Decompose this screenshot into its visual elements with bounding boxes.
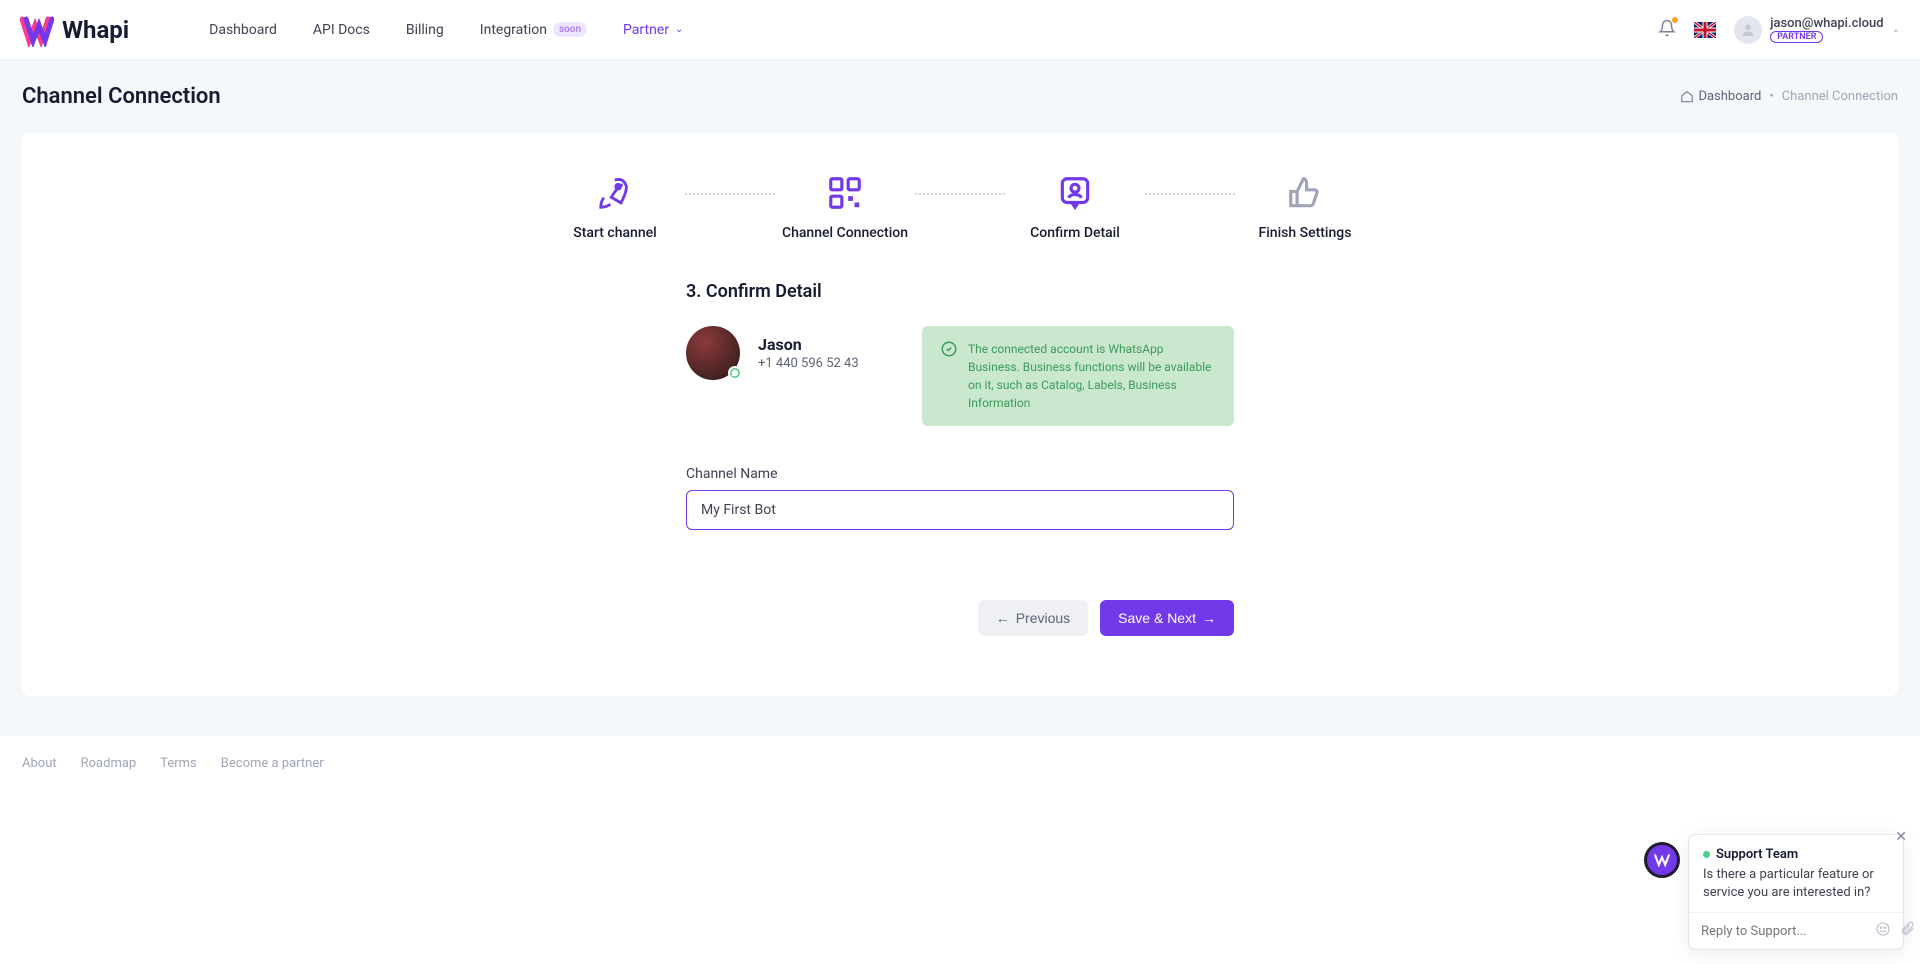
step-confirm-detail[interactable]: Confirm Detail (1005, 173, 1145, 241)
arrow-left-icon: ← (996, 610, 1010, 626)
breadcrumb-home-label: Dashboard (1698, 89, 1761, 104)
breadcrumb-separator: • (1769, 89, 1773, 104)
thumbs-up-icon (1285, 173, 1325, 213)
language-selector[interactable] (1694, 22, 1716, 38)
logo-icon (20, 13, 54, 47)
chevron-down-icon: ⌄ (1892, 24, 1900, 35)
footer-become-partner[interactable]: Become a partner (221, 756, 324, 771)
save-next-button[interactable]: Save & Next → (1100, 600, 1234, 636)
avatar-icon (1734, 16, 1762, 44)
notice-text: The connected account is WhatsApp Busine… (968, 340, 1216, 412)
footer-roadmap[interactable]: Roadmap (81, 756, 137, 771)
nav-integration[interactable]: Integration soon (480, 22, 587, 38)
card: Start channel Channel Connection Confirm… (22, 133, 1898, 696)
profile-info: Jason +1 440 596 52 43 (686, 326, 922, 380)
chat-message: Is there a particular feature or service… (1703, 866, 1889, 902)
rocket-icon (595, 173, 635, 213)
section-title: 3. Confirm Detail (686, 281, 1234, 302)
button-row: ← Previous Save & Next → (686, 600, 1234, 636)
nav-api-docs[interactable]: API Docs (313, 22, 370, 38)
logo[interactable]: Whapi (20, 13, 129, 47)
stepper: Start channel Channel Connection Confirm… (82, 173, 1838, 241)
step-label: Channel Connection (782, 225, 908, 241)
nav-billing[interactable]: Billing (406, 22, 444, 38)
step-label: Confirm Detail (1030, 225, 1120, 241)
breadcrumb: Dashboard • Channel Connection (1680, 89, 1898, 104)
status-dot-icon (1703, 851, 1710, 858)
step-finish-settings[interactable]: Finish Settings (1235, 173, 1375, 241)
profile-row: Jason +1 440 596 52 43 The connected acc… (686, 326, 1234, 426)
notification-dot (1672, 17, 1678, 23)
top-nav: Dashboard API Docs Billing Integration s… (209, 22, 683, 38)
step-connector (685, 193, 775, 195)
whatsapp-badge-icon (728, 366, 742, 380)
chat-input[interactable] (1701, 924, 1867, 939)
chat-launcher-icon (1653, 851, 1671, 869)
notifications-button[interactable] (1658, 19, 1676, 41)
breadcrumb-home[interactable]: Dashboard (1680, 89, 1761, 104)
profile-phone: +1 440 596 52 43 (758, 356, 859, 371)
chat-title-text: Support Team (1716, 847, 1798, 862)
step-label: Start channel (573, 225, 656, 241)
qr-icon (825, 173, 865, 213)
chevron-down-icon: ⌄ (675, 24, 683, 35)
whatsapp-icon (940, 340, 958, 412)
chat-widget: ✕ Support Team Is there a particular fea… (1688, 834, 1904, 950)
chat-close-button[interactable]: ✕ (1895, 829, 1907, 845)
profile-name: Jason (758, 335, 859, 354)
confirm-detail-section: 3. Confirm Detail Jason +1 440 596 52 43 (686, 281, 1234, 636)
step-start-channel[interactable]: Start channel (545, 173, 685, 241)
channel-name-label: Channel Name (686, 466, 1234, 482)
header-right: jason@whapi.cloud PARTNER ⌄ (1658, 16, 1900, 44)
user-badge-icon (1055, 173, 1095, 213)
user-menu[interactable]: jason@whapi.cloud PARTNER ⌄ (1734, 16, 1900, 44)
user-email: jason@whapi.cloud (1770, 16, 1883, 31)
chat-body: Support Team Is there a particular featu… (1689, 835, 1903, 912)
save-next-button-label: Save & Next (1118, 610, 1196, 626)
footer-about[interactable]: About (22, 756, 57, 771)
footer: About Roadmap Terms Become a partner (0, 736, 1920, 791)
logo-text: Whapi (62, 16, 129, 44)
step-label: Finish Settings (1259, 225, 1352, 241)
step-connector (915, 193, 1005, 195)
chat-input-row (1689, 912, 1903, 949)
page-title: Channel Connection (22, 84, 221, 109)
soon-badge: soon (553, 22, 587, 37)
nav-partner[interactable]: Partner ⌄ (623, 22, 683, 38)
content: Start channel Channel Connection Confirm… (0, 133, 1920, 736)
avatar (686, 326, 740, 380)
step-channel-connection[interactable]: Channel Connection (775, 173, 915, 241)
partner-badge: PARTNER (1770, 31, 1823, 43)
nav-dashboard[interactable]: Dashboard (209, 22, 277, 38)
home-icon (1680, 90, 1694, 104)
header: Whapi Dashboard API Docs Billing Integra… (0, 0, 1920, 60)
previous-button-label: Previous (1016, 610, 1070, 626)
subheader: Channel Connection Dashboard • Channel C… (0, 60, 1920, 133)
breadcrumb-current: Channel Connection (1782, 89, 1898, 104)
nav-partner-label: Partner (623, 22, 669, 38)
chat-title: Support Team (1703, 847, 1889, 862)
user-info: jason@whapi.cloud PARTNER (1770, 16, 1883, 43)
footer-terms[interactable]: Terms (160, 756, 197, 771)
business-notice: The connected account is WhatsApp Busine… (922, 326, 1234, 426)
attachment-icon[interactable] (1899, 921, 1915, 941)
step-connector (1145, 193, 1235, 195)
nav-integration-label: Integration (480, 22, 547, 38)
channel-name-input[interactable] (686, 490, 1234, 530)
arrow-right-icon: → (1202, 610, 1216, 626)
previous-button[interactable]: ← Previous (978, 600, 1088, 636)
emoji-icon[interactable] (1875, 921, 1891, 941)
chat-launcher[interactable] (1644, 842, 1680, 878)
